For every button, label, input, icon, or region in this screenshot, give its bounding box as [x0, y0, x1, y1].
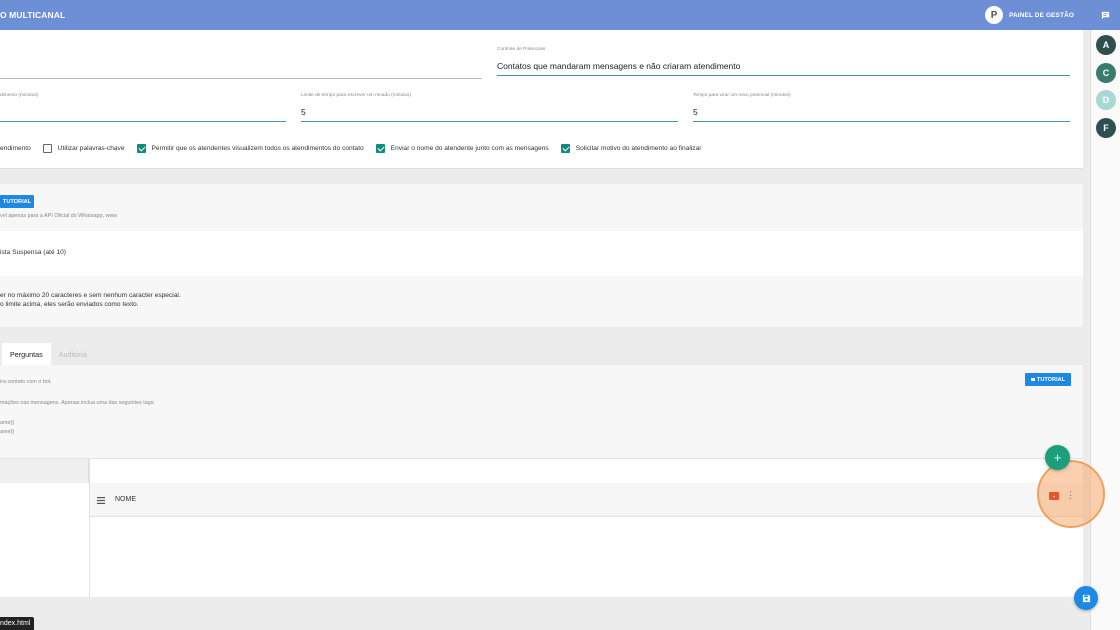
send-name-checkbox[interactable]	[375, 143, 385, 153]
message-time-underline	[301, 121, 678, 122]
list-label: ista Suspensa (até 10)	[0, 249, 66, 256]
video-icon	[1030, 378, 1035, 381]
save-icon	[1082, 594, 1090, 602]
whatsapp-note: vel apenas para a API Oficial do Whatsap…	[0, 213, 118, 219]
more-options-icon[interactable]: ⋮	[1066, 490, 1075, 501]
rule-line-1: er no máximo 20 caracteres e sem nenhum …	[0, 292, 181, 299]
time-underline-1[interactable]	[0, 121, 286, 122]
user-avatar[interactable]: P	[985, 6, 1004, 24]
ask-reason-label: Solicitar motivo do atendimento ao final…	[575, 144, 702, 152]
send-name-label: Enviar o nome do atendente junto com as …	[390, 144, 549, 152]
view-all-checkbox[interactable]	[136, 143, 146, 153]
control-select[interactable]: Contatos que mandaram mensagens e não cr…	[497, 61, 740, 71]
control-underline	[497, 75, 1070, 76]
topbar-right: P PAINEL DE GESTÃO	[985, 0, 1120, 30]
app-title: O MULTICANAL	[0, 10, 66, 20]
control-label: Controle de Potenciais	[497, 47, 546, 52]
bot-tutorial-button[interactable]: TUTORIAL	[1025, 373, 1071, 386]
settings-panel: Controle de Potenciais Contatos que mand…	[0, 30, 1083, 169]
option-label-partial: endimento	[0, 144, 31, 152]
save-button[interactable]	[1074, 586, 1098, 610]
potential-time-label: Tempo para virar um novo potencial (minu…	[693, 93, 791, 98]
field-underline	[0, 78, 482, 79]
potential-time-underline	[693, 121, 1070, 122]
rail-avatar-c[interactable]: C	[1096, 63, 1116, 83]
chat-icon	[1101, 11, 1109, 19]
ask-reason-checkbox[interactable]	[560, 143, 570, 153]
view-all-label: Permitir que os atendentes visualizem to…	[151, 144, 364, 152]
keywords-label: Utilizar palavras-chave	[57, 144, 125, 152]
tab-auditoria[interactable]: Auditoria	[51, 343, 95, 365]
potential-time-input[interactable]: 5	[693, 107, 698, 117]
column-name-label: NOME	[115, 496, 136, 503]
rail-avatar-d[interactable]: D	[1096, 90, 1116, 110]
contacts-rail: A C D F	[1090, 30, 1120, 630]
bot-tutorial-label: TUTORIAL	[1036, 376, 1066, 383]
list-section: ista Suspensa (até 10)	[0, 231, 1083, 276]
keywords-checkbox[interactable]	[42, 143, 52, 153]
questions-table: NOME	[0, 458, 1083, 598]
row-badge[interactable]: ▪	[1049, 492, 1059, 500]
plus-icon: +	[1053, 450, 1062, 465]
rail-avatar-a[interactable]: A	[1096, 35, 1116, 55]
table-corner	[0, 459, 88, 483]
bot-tag-1: ame}}	[0, 420, 15, 426]
drag-handle-icon[interactable]	[97, 497, 105, 504]
rules-section: er no máximo 20 caracteres e sem nenhum …	[0, 276, 1083, 327]
bot-line-1: ira contato com o bot.	[0, 379, 52, 385]
whatsapp-header: TUTORIAL vel apenas para a API Oficial d…	[0, 184, 1083, 231]
management-panel-link[interactable]: PAINEL DE GESTÃO	[1009, 12, 1074, 19]
column-separator	[89, 459, 90, 598]
tab-perguntas[interactable]: Perguntas	[2, 343, 51, 365]
bot-line-2: mações nas mensagens. Apenas inclua uma …	[0, 400, 155, 406]
tabs: Perguntas Auditoria	[0, 343, 95, 365]
tutorial-button[interactable]: TUTORIAL	[0, 195, 34, 208]
top-bar: O MULTICANAL P PAINEL DE GESTÃO	[0, 0, 1120, 30]
bot-tag-2: ame}}	[0, 429, 15, 435]
options-row: endimento Utilizar palavras-chave Permit…	[0, 142, 701, 154]
message-time-label: Limite de tempo para escrever um recado …	[301, 93, 412, 98]
bot-section: ira contato com o bot. mações nas mensag…	[0, 365, 1083, 458]
add-button[interactable]: +	[1045, 445, 1070, 470]
chat-button[interactable]	[1090, 0, 1120, 30]
table-row[interactable]: NOME	[90, 483, 1083, 517]
rail-avatar-f[interactable]: F	[1096, 118, 1116, 138]
badge-icon: ▪	[1053, 493, 1055, 499]
message-time-input[interactable]: 5	[301, 107, 306, 117]
status-bar: ndex.html	[0, 617, 35, 630]
time-label-1: dimento (minutos)	[0, 93, 39, 98]
rule-line-2: o limite acima, eles serão enviados como…	[0, 301, 139, 308]
